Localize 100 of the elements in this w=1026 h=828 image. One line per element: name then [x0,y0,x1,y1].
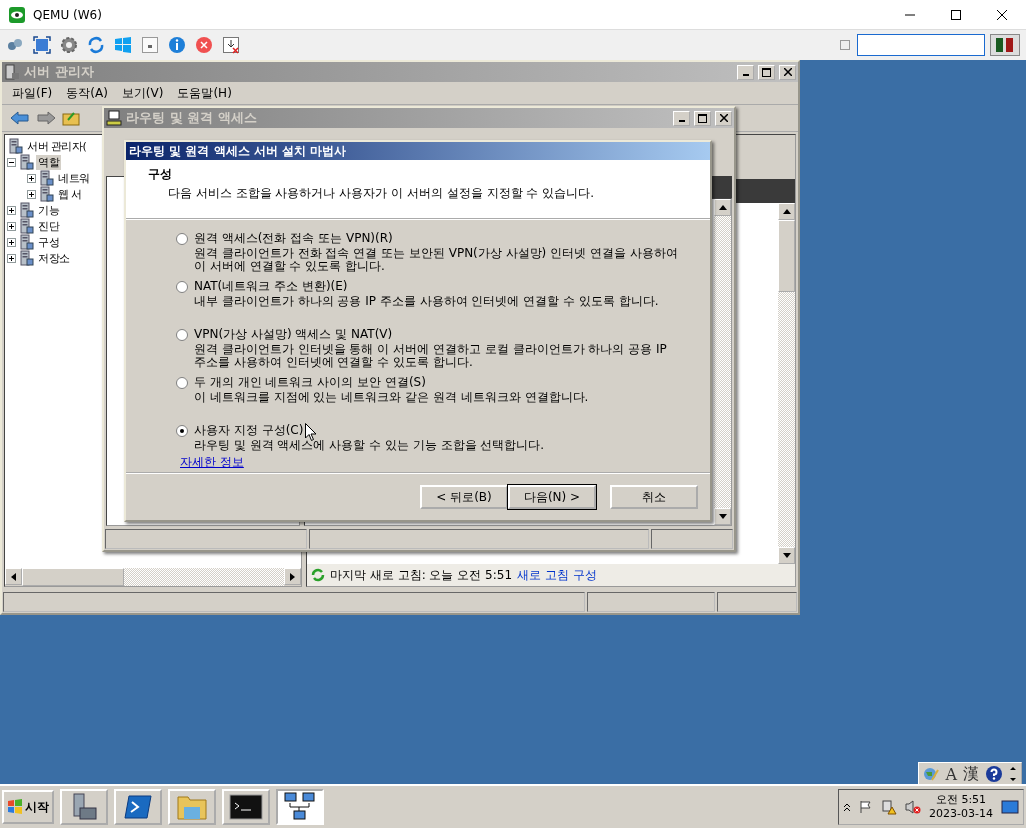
computer-icon [106,110,122,126]
option-description: 이 네트워크를 지점에 있는 네트워크와 같은 원격 네트워크와 연결합니다. [193,391,590,404]
tree-item[interactable]: 기능 [36,202,61,218]
tree-item[interactable]: 웹 서 [56,186,84,202]
server-icon [7,138,23,154]
radio-button[interactable] [176,376,188,389]
configure-refresh-link[interactable]: 새로 고침 구성 [517,566,597,584]
settings-icon[interactable] [60,36,78,54]
maximize-icon[interactable] [950,8,962,21]
window-title: 서버 관리자 [24,63,94,81]
cursor-icon [305,423,317,442]
option-label[interactable]: 두 개의 개인 네트워크 사이의 보안 연결(S) [194,374,426,391]
option-label[interactable]: VPN(가상 사설망) 액세스 및 NAT(V) [194,326,393,343]
option-label[interactable]: 원격 액세스(전화 접속 또는 VPN)(R) [194,230,393,247]
option-label[interactable]: 사용자 지정 구성(C) [194,422,304,439]
checkbox[interactable] [840,40,850,50]
expand-icon[interactable] [27,173,36,183]
refresh-status: 마지막 새로 고침: 오늘 오전 5:51 [330,566,513,584]
options-icon[interactable] [1009,767,1017,781]
network-warning-icon[interactable] [881,799,898,815]
help-icon[interactable] [985,765,1003,783]
dialog-button[interactable]: 다음(N) > [508,485,596,509]
folder-icon [176,793,208,821]
tree-item[interactable]: 진단 [36,218,61,234]
more-info-link[interactable]: 자세한 정보 [180,454,244,471]
collapse-icon[interactable] [7,157,16,167]
clock[interactable]: 오전 5:51 2023-03-14 [929,793,993,821]
expand-icon[interactable] [7,237,16,247]
input-mode-toggle[interactable]: 漢 [963,763,979,785]
clock-time: 오전 5:51 [935,793,987,807]
scroll-down-button[interactable] [778,547,795,564]
option-description: 원격 클라이언트가 전화 접속 연결 또는 보안된 VPN(가상 사설망) 인터넷 연결을 사용하여 이 서버에 연결할 수 있도록 합니다. [193,247,679,273]
expand-icon[interactable] [7,205,16,215]
flag-icon[interactable] [859,800,874,814]
info-icon[interactable] [168,36,186,54]
taskbar-app-button[interactable] [276,789,324,825]
keyboard-icon[interactable] [141,36,159,54]
radio-button[interactable] [176,280,188,293]
scrollbar[interactable] [778,203,795,564]
start-button[interactable]: 시작 [2,790,54,824]
input-mode-toggle[interactable]: A [945,764,957,784]
fullscreen-icon[interactable] [33,36,51,54]
server-icon [4,64,20,80]
forward-icon[interactable] [36,110,56,126]
menu-item[interactable]: 파일(F) [12,84,53,102]
server-icon [18,218,34,234]
scroll-thumb[interactable] [778,220,795,292]
eye-icon [9,6,25,23]
menu-item[interactable]: 도움말(H) [177,84,232,102]
refresh-icon [311,568,325,582]
maximize-icon [762,67,771,77]
dialog-button[interactable]: < 뒤로(B) [420,485,508,509]
radio-button[interactable] [176,328,188,341]
arrow-down-icon [718,514,727,519]
dialog-title: 라우팅 및 원격 액세스 서버 설치 마법사 [129,142,347,160]
arrow-down-icon [782,553,791,558]
radio-button[interactable] [176,424,188,437]
close-icon [719,114,728,122]
option-description: 내부 클라이언트가 하나의 공용 IP 주소를 사용하여 인터넷에 연결할 수 있도록 합니다. [193,295,660,308]
back-icon[interactable] [10,110,30,126]
refresh-icon[interactable] [87,36,105,54]
taskbar-app-button[interactable] [60,789,108,825]
server-icon [18,234,34,250]
expand-icon[interactable] [27,189,36,199]
scrollbar[interactable] [5,568,301,586]
menu-item[interactable]: 보기(V) [121,84,164,102]
close-icon[interactable] [996,8,1008,21]
menu-item[interactable]: 동작(A) [66,84,108,102]
download-icon[interactable] [222,36,240,54]
page-subtitle: 다음 서비스 조합을 사용하거나 사용자가 이 서버의 설정을 지정할 수 있습니다. [167,185,595,202]
expand-icon[interactable] [7,221,16,231]
close-icon [783,68,792,76]
tree-item[interactable]: 네트워 [56,170,92,186]
speaker-muted-icon[interactable] [905,799,922,815]
option-description: 라우팅 및 원격 액세스에 사용할 수 있는 기능 조합을 선택합니다. [193,439,546,452]
scrollbar[interactable] [714,199,731,525]
scroll-thumb[interactable] [22,568,124,586]
tree-item[interactable]: 저장소 [36,250,72,266]
scroll-left-button[interactable] [5,568,22,585]
color-icon[interactable] [990,34,1020,56]
option-label[interactable]: NAT(네트워크 주소 변환)(E) [194,278,348,295]
server-icon [18,202,34,218]
scroll-up-button[interactable] [714,199,731,216]
dialog-button[interactable]: 취소 [610,485,698,509]
scroll-right-button[interactable] [284,568,301,585]
tree-item[interactable]: 역할 [36,154,61,170]
tree-item[interactable]: 구성 [36,234,61,250]
radio-button[interactable] [176,232,188,245]
arrow-up-icon [718,205,727,210]
taskbar-app-button[interactable] [114,789,162,825]
expand-icon[interactable] [7,253,16,263]
console-icon [229,794,263,820]
scroll-down-button[interactable] [714,508,731,525]
tree-item[interactable]: 서버 관리자( [25,138,89,154]
taskbar-app-button[interactable] [222,789,270,825]
terminal-icon [123,794,153,820]
scroll-up-button[interactable] [778,203,795,220]
chevron-up-icon[interactable] [843,802,852,812]
input-field[interactable] [857,34,985,56]
server-icon [18,154,34,170]
